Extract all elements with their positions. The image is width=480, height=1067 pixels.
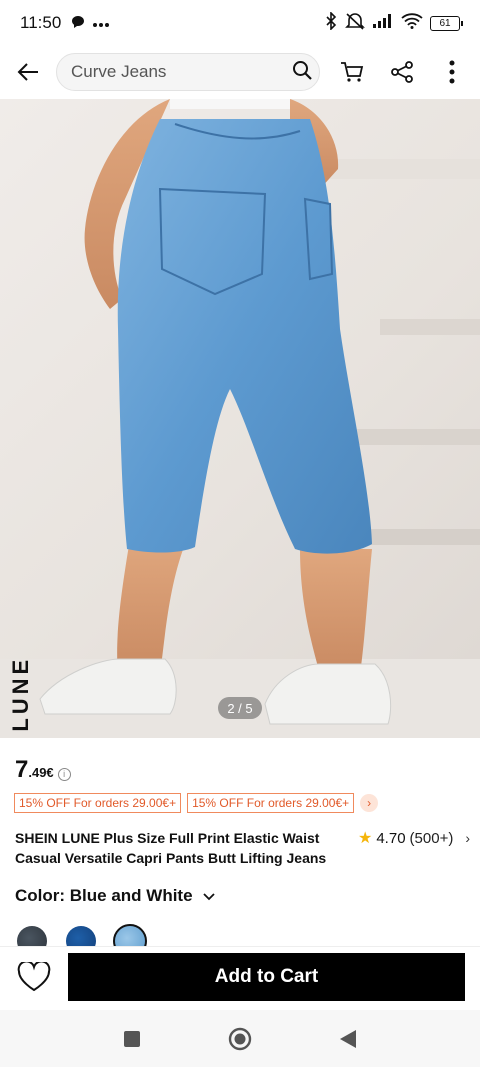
- wishlist-button[interactable]: [14, 957, 54, 997]
- triangle-back-icon: [340, 1029, 356, 1048]
- battery-icon: 61: [430, 15, 463, 31]
- promo-tag[interactable]: 15% OFF For orders 29.00€+: [14, 793, 182, 813]
- chevron-down-icon: [202, 888, 215, 904]
- chevron-right-icon: ›: [465, 830, 470, 846]
- promotions: 15% OFF For orders 29.00€+ 15% OFF For o…: [14, 793, 379, 813]
- product-photo: [0, 99, 480, 738]
- color-swatch[interactable]: [66, 926, 96, 946]
- rating-summary[interactable]: ★ 4.70 (500+) ›: [358, 828, 470, 848]
- price-integer: 7: [15, 756, 29, 783]
- signal-icon: [372, 13, 394, 34]
- recents-button[interactable]: [120, 1027, 144, 1051]
- share-icon: [391, 61, 413, 83]
- brand-watermark: SHEIN LUNE: [8, 656, 34, 738]
- image-page-indicator: 2 / 5: [218, 697, 262, 719]
- info-icon[interactable]: i: [57, 767, 71, 781]
- bluetooth-icon: [324, 10, 338, 35]
- star-icon: ★: [358, 830, 373, 847]
- promo-tag[interactable]: 15% OFF For orders 29.00€+: [187, 793, 355, 813]
- product-title: SHEIN LUNE Plus Size Full Print Elastic …: [15, 830, 327, 866]
- battery-level: 61: [439, 17, 451, 29]
- more-options-button[interactable]: [427, 46, 477, 98]
- share-button[interactable]: [377, 46, 427, 98]
- product-image-carousel[interactable]: SHEIN LUNE 2 / 5: [0, 99, 480, 738]
- chevron-right-icon[interactable]: ›: [360, 794, 379, 812]
- home-button[interactable]: [228, 1027, 252, 1051]
- more-vertical-icon: [449, 60, 455, 84]
- rating-value: 4.70: [376, 829, 406, 847]
- top-navigation: [0, 46, 480, 98]
- search-icon[interactable]: [292, 60, 312, 85]
- system-navigation-bar: [0, 1010, 480, 1067]
- color-label: Color: Blue and White: [15, 886, 193, 905]
- wifi-icon: [401, 12, 423, 34]
- search-input[interactable]: [71, 62, 292, 82]
- product-info: SHEIN LUNE Plus Size Full Print Elastic …: [15, 828, 470, 868]
- color-selector[interactable]: Color: Blue and White: [15, 886, 215, 906]
- back-button[interactable]: [0, 46, 56, 98]
- bottom-action-bar: Add to Cart: [0, 946, 480, 1010]
- chat-bubble-icon: [71, 15, 85, 32]
- status-bar: 11:50 61: [0, 0, 480, 46]
- cart-button[interactable]: [327, 46, 377, 98]
- status-time: 11:50: [20, 13, 62, 32]
- color-swatch-selected[interactable]: [113, 924, 147, 946]
- price-decimal: .49€: [28, 765, 54, 780]
- color-swatches: [15, 922, 480, 946]
- arrow-left-icon: [17, 63, 38, 81]
- mute-icon: [345, 12, 365, 35]
- heart-icon: [17, 962, 51, 992]
- price: 7 .49€ i: [15, 756, 71, 784]
- square-icon: [124, 1030, 140, 1047]
- more-notifications-icon: [93, 15, 110, 31]
- search-box[interactable]: [56, 53, 320, 91]
- add-to-cart-button[interactable]: Add to Cart: [68, 953, 465, 1001]
- color-swatch[interactable]: [17, 926, 47, 946]
- rating-count: (500+): [409, 829, 454, 847]
- cart-icon: [341, 62, 364, 82]
- back-nav-button[interactable]: [336, 1027, 360, 1051]
- home-circle-icon: [228, 1027, 252, 1050]
